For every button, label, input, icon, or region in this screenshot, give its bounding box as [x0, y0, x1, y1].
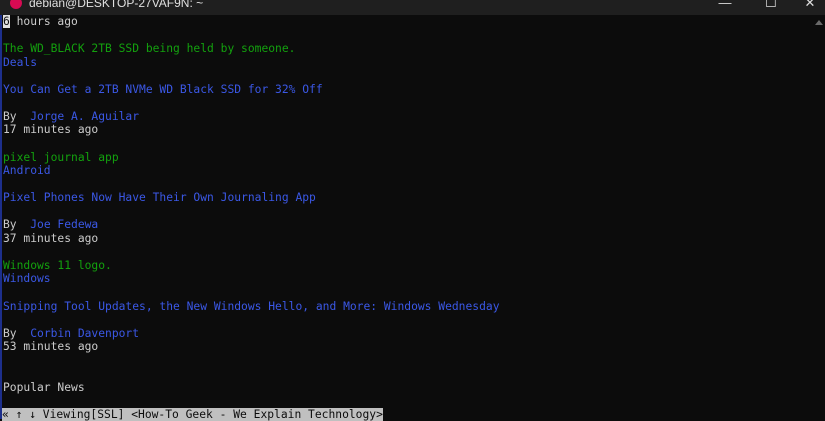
category-link[interactable]: Windows	[3, 272, 51, 286]
article-link[interactable]: You Can Get a 2TB NVMe WD Black SSD for …	[3, 83, 323, 97]
debian-icon	[10, 0, 22, 9]
byline: By Corbin Davenport	[3, 327, 139, 341]
scrollbar[interactable]	[812, 15, 825, 419]
cursor: 6	[3, 15, 10, 28]
maximize-button[interactable]: ☐	[751, 0, 791, 15]
timestamp: 17 minutes ago	[3, 123, 99, 137]
window-title: debian@DESKTOP-27VAF9N: ~	[29, 0, 204, 10]
by-label: By	[3, 326, 31, 340]
timestamp: 53 minutes ago	[3, 340, 99, 354]
category-link[interactable]: Android	[3, 164, 51, 178]
timestamp: 37 minutes ago	[3, 231, 99, 245]
by-label: By	[3, 109, 31, 123]
category-link[interactable]: Deals	[3, 56, 37, 70]
image-alt-text: pixel journal app	[3, 150, 119, 164]
minimize-button[interactable]: —	[705, 0, 745, 15]
article-link[interactable]: Snipping Tool Updates, the New Windows H…	[3, 300, 500, 314]
by-label: By	[3, 218, 31, 232]
status-bar: « ↑ ↓ Viewing[SSL] <How-To Geek - We Exp…	[2, 407, 383, 421]
author-link[interactable]: Joe Fedewa	[30, 218, 98, 231]
timestamp-line: 6 hours ago	[3, 15, 78, 29]
section-heading: Popular News	[3, 380, 85, 394]
article-link[interactable]: Pixel Phones Now Have Their Own Journali…	[3, 191, 316, 205]
byline: By Jorge A. Aguilar	[3, 110, 139, 124]
terminal-output[interactable]: 6 hours ago The WD_BLACK 2TB SSD being h…	[0, 15, 812, 421]
timestamp: hours ago	[9, 15, 78, 28]
author-link[interactable]: Jorge A. Aguilar	[30, 110, 139, 123]
close-button[interactable]: ✕	[790, 0, 825, 15]
byline: By Joe Fedewa	[3, 218, 98, 232]
scroll-up-arrow-icon[interactable]	[815, 20, 823, 25]
image-alt-text: Windows 11 logo.	[3, 258, 112, 272]
image-alt-text: The WD_BLACK 2TB SSD being held by someo…	[3, 42, 296, 56]
title-bar: debian@DESKTOP-27VAF9N: ~ — ☐ ✕	[0, 0, 825, 15]
author-link[interactable]: Corbin Davenport	[30, 327, 139, 340]
